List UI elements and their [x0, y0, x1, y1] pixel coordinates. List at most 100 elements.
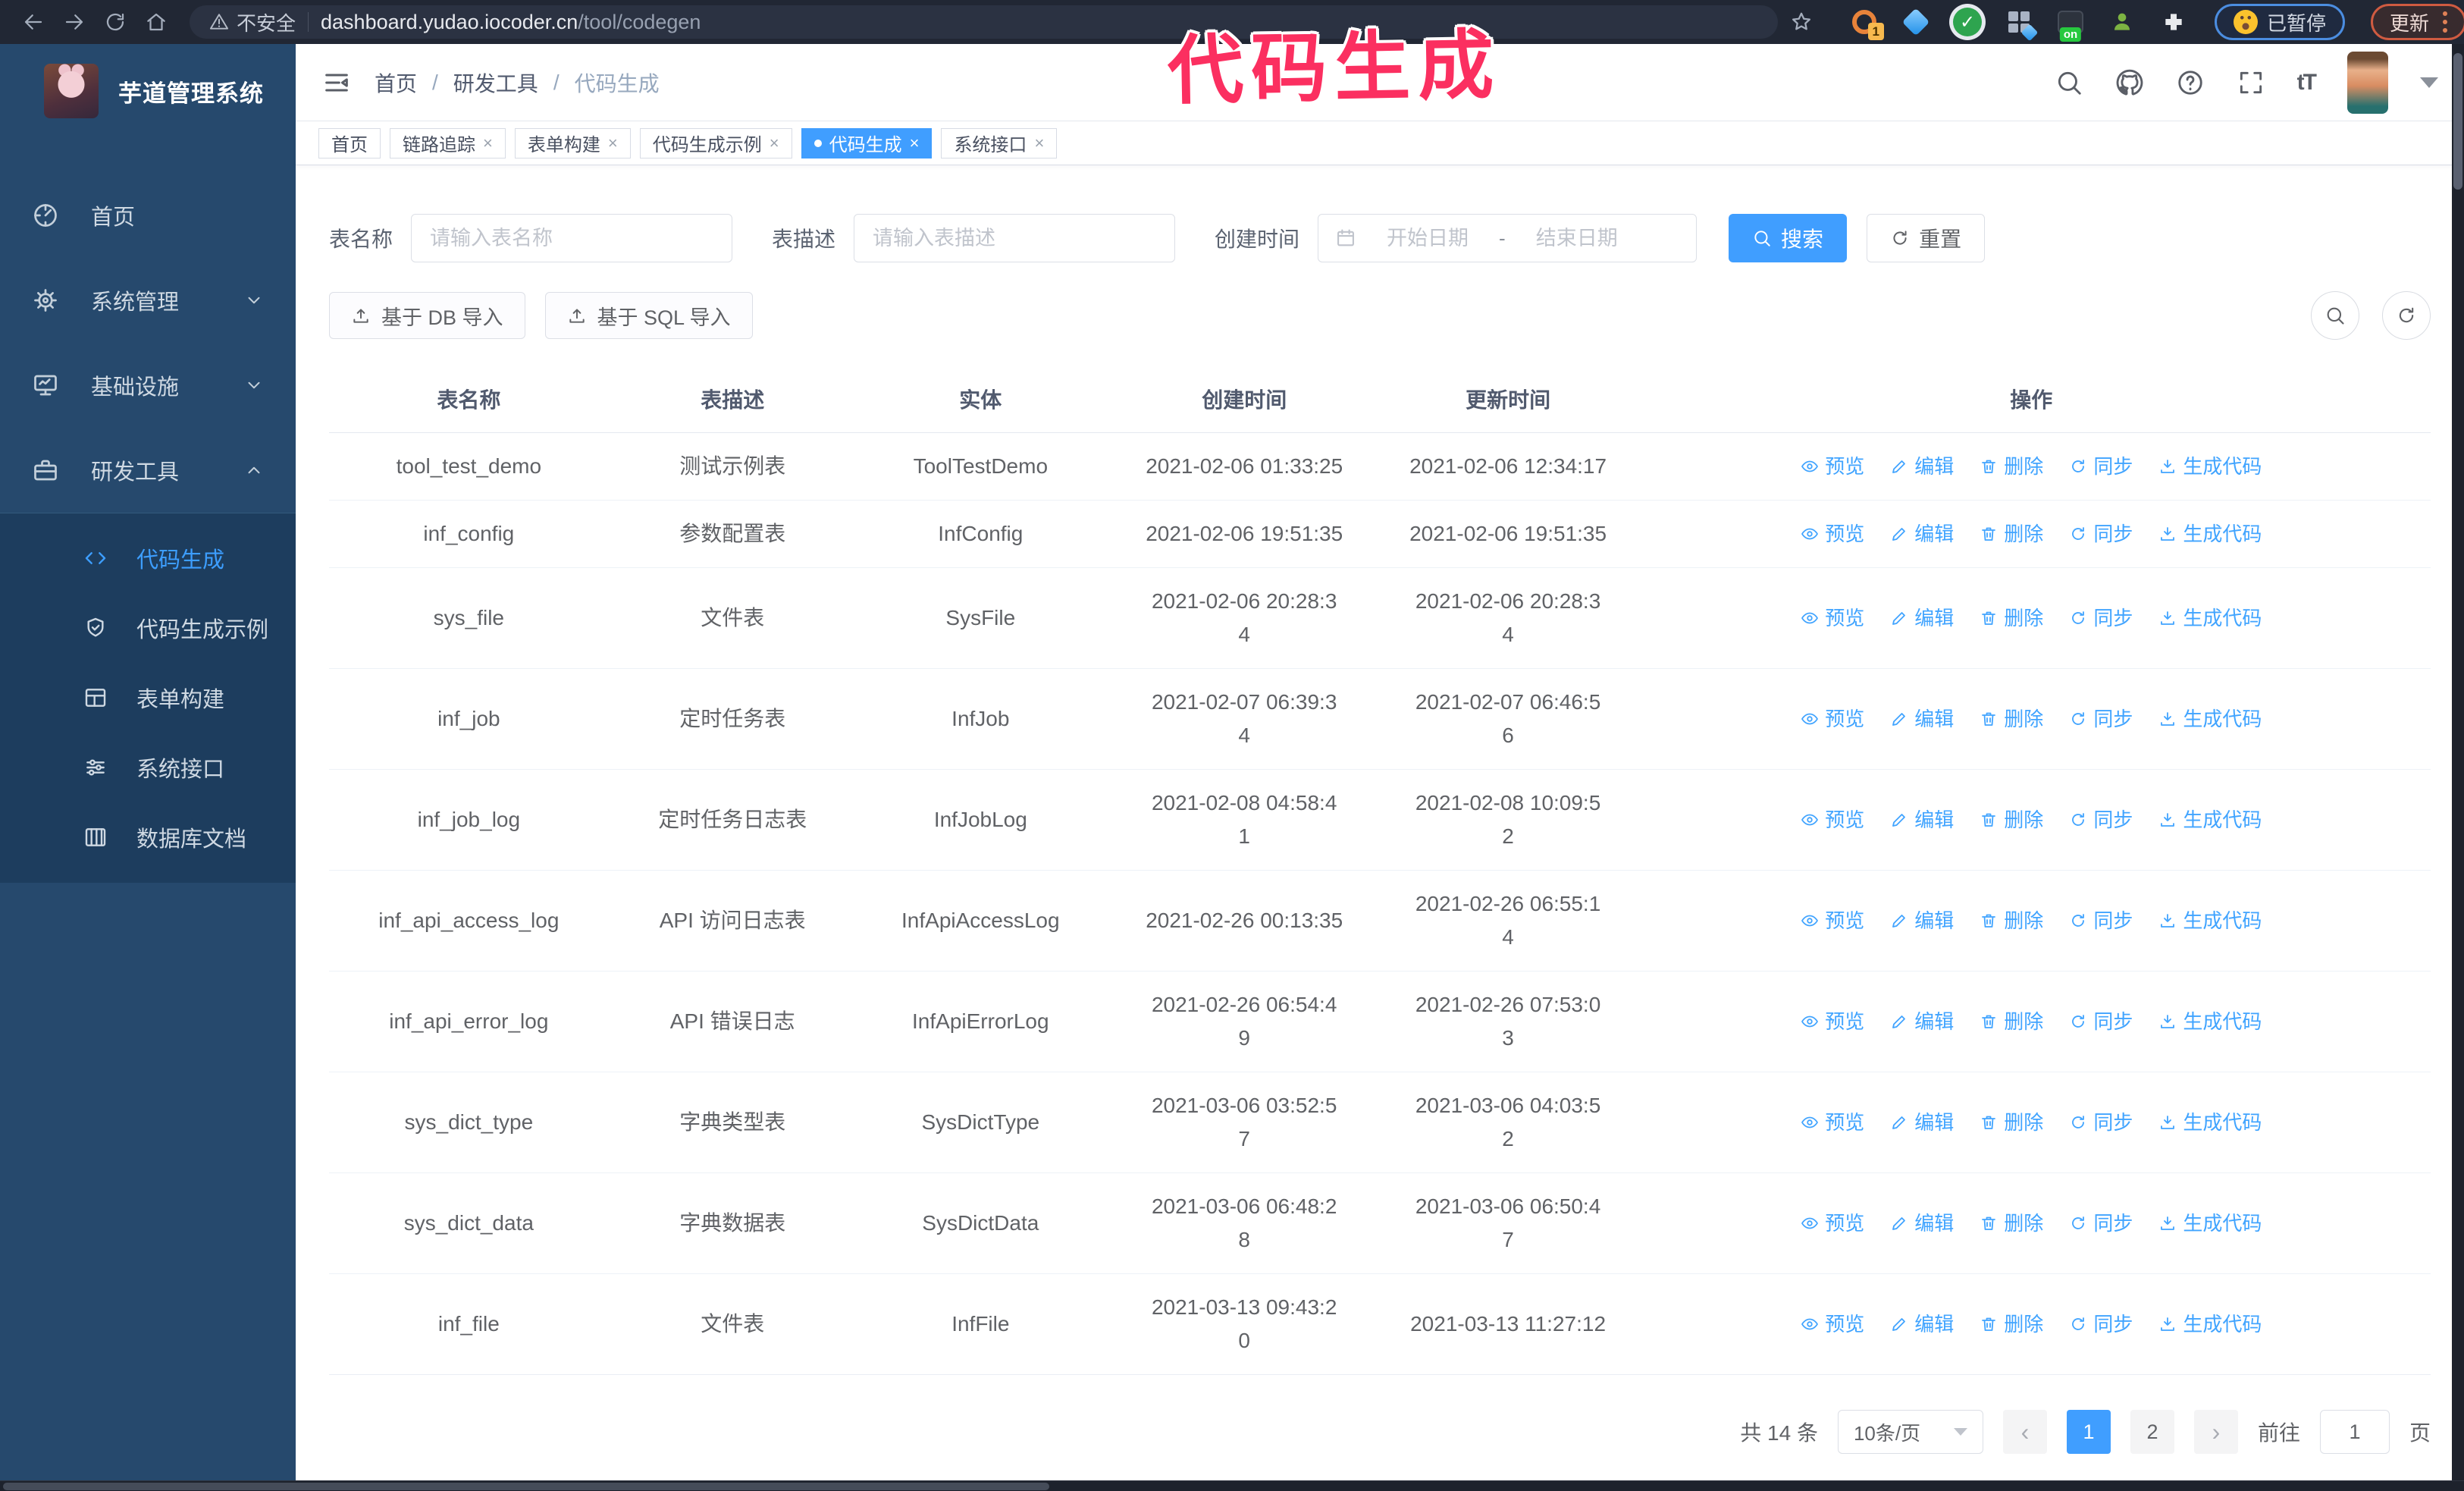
preview-link[interactable]: 预览	[1801, 904, 1864, 937]
browser-back-button[interactable]	[15, 4, 52, 40]
edit-link[interactable]: 编辑	[1890, 803, 1954, 837]
generate-code-link[interactable]: 生成代码	[2158, 1005, 2262, 1038]
address-bar[interactable]: 不安全 dashboard.yudao.iocoder.cn/tool/code…	[190, 5, 1778, 39]
tab-codegen[interactable]: 代码生成 ×	[801, 127, 933, 159]
generate-code-link[interactable]: 生成代码	[2158, 601, 2262, 635]
edit-link[interactable]: 编辑	[1890, 1005, 1954, 1038]
vertical-scrollbar[interactable]	[2452, 44, 2464, 1480]
github-icon[interactable]	[2115, 68, 2144, 97]
sidebar-item-home[interactable]: 首页	[0, 173, 296, 258]
sidebar-item-system-api[interactable]: 系统接口	[0, 733, 296, 802]
edit-link[interactable]: 编辑	[1890, 450, 1954, 483]
extension-grid-icon[interactable]	[2004, 7, 2039, 42]
horizontal-scrollbar-thumb[interactable]	[3, 1483, 1049, 1490]
sidebar-item-codegen[interactable]: 代码生成	[0, 523, 296, 593]
generate-code-link[interactable]: 生成代码	[2158, 1207, 2262, 1240]
browser-reload-button[interactable]	[97, 4, 133, 40]
preview-link[interactable]: 预览	[1801, 1307, 1864, 1341]
sync-link[interactable]: 同步	[2069, 904, 2133, 937]
delete-link[interactable]: 删除	[1980, 517, 2043, 551]
avatar[interactable]	[2347, 51, 2388, 114]
edit-link[interactable]: 编辑	[1890, 517, 1954, 551]
delete-link[interactable]: 删除	[1980, 1005, 2043, 1038]
page-button-2[interactable]: 2	[2130, 1410, 2174, 1454]
tab-close-icon[interactable]: ×	[770, 134, 779, 152]
delete-link[interactable]: 删除	[1980, 1106, 2043, 1139]
delete-link[interactable]: 删除	[1980, 1307, 2043, 1341]
generate-code-link[interactable]: 生成代码	[2158, 517, 2262, 551]
sync-link[interactable]: 同步	[2069, 1005, 2133, 1038]
generate-code-link[interactable]: 生成代码	[2158, 803, 2262, 837]
delete-link[interactable]: 删除	[1980, 450, 2043, 483]
edit-link[interactable]: 编辑	[1890, 1207, 1954, 1240]
preview-link[interactable]: 预览	[1801, 517, 1864, 551]
preview-link[interactable]: 预览	[1801, 803, 1864, 837]
font-size-icon[interactable]: tT	[2297, 70, 2317, 96]
generate-code-link[interactable]: 生成代码	[2158, 450, 2262, 483]
sidebar-logo[interactable]: 芋道管理系统	[0, 44, 296, 138]
generate-code-link[interactable]: 生成代码	[2158, 904, 2262, 937]
delete-link[interactable]: 删除	[1980, 1207, 2043, 1240]
bookmark-star-icon[interactable]	[1790, 11, 1813, 33]
profile-paused-badge[interactable]: 已暂停	[2215, 4, 2346, 40]
security-warning[interactable]: 不安全	[209, 8, 296, 36]
breadcrumb-home[interactable]: 首页	[375, 67, 417, 98]
sidebar-item-db-doc[interactable]: 数据库文档	[0, 802, 296, 872]
extensions-puzzle-icon[interactable]	[2158, 7, 2189, 37]
tab-close-icon[interactable]: ×	[910, 134, 920, 152]
preview-link[interactable]: 预览	[1801, 601, 1864, 635]
hamburger-icon[interactable]	[321, 67, 352, 98]
extension-check-icon[interactable]: ✓	[1952, 7, 1983, 37]
breadcrumb-devtools[interactable]: 研发工具	[453, 67, 538, 98]
table-name-input[interactable]	[411, 214, 733, 262]
import-db-button[interactable]: 基于 DB 导入	[329, 292, 525, 339]
extension-orange-icon[interactable]: 1	[1849, 7, 1884, 40]
sync-link[interactable]: 同步	[2069, 1207, 2133, 1240]
sync-link[interactable]: 同步	[2069, 450, 2133, 483]
toggle-search-button[interactable]	[2311, 291, 2359, 340]
import-sql-button[interactable]: 基于 SQL 导入	[544, 292, 753, 339]
goto-page-input[interactable]	[2319, 1410, 2390, 1454]
sidebar-item-devtools[interactable]: 研发工具	[0, 428, 296, 513]
generate-code-link[interactable]: 生成代码	[2158, 702, 2262, 736]
browser-home-button[interactable]	[138, 4, 174, 40]
extension-gem-icon[interactable]	[1901, 7, 1931, 37]
date-range-picker[interactable]: -	[1318, 214, 1698, 262]
browser-update-button[interactable]: 更新	[2371, 4, 2464, 40]
sidebar-item-infrastructure[interactable]: 基础设施	[0, 343, 296, 428]
search-button[interactable]: 搜索	[1729, 214, 1848, 262]
tab-form-builder[interactable]: 表单构建 ×	[514, 127, 631, 159]
fullscreen-icon[interactable]	[2237, 68, 2265, 97]
edit-link[interactable]: 编辑	[1890, 1106, 1954, 1139]
tab-close-icon[interactable]: ×	[483, 134, 493, 152]
start-date-input[interactable]	[1367, 226, 1489, 250]
page-size-select[interactable]: 10条/页	[1837, 1410, 1983, 1454]
sync-link[interactable]: 同步	[2069, 601, 2133, 635]
end-date-input[interactable]	[1516, 226, 1638, 250]
preview-link[interactable]: 预览	[1801, 1106, 1864, 1139]
tab-home[interactable]: 首页	[318, 127, 381, 159]
tab-codegen-example[interactable]: 代码生成示例 ×	[639, 127, 792, 159]
next-page-button[interactable]: ›	[2193, 1410, 2238, 1454]
delete-link[interactable]: 删除	[1980, 904, 2043, 937]
delete-link[interactable]: 删除	[1980, 601, 2043, 635]
sync-link[interactable]: 同步	[2069, 1106, 2133, 1139]
browser-menu-icon[interactable]	[2443, 11, 2448, 33]
sidebar-item-form-builder[interactable]: 表单构建	[0, 663, 296, 733]
edit-link[interactable]: 编辑	[1890, 1307, 1954, 1341]
preview-link[interactable]: 预览	[1801, 450, 1864, 483]
reset-button[interactable]: 重置	[1867, 214, 1986, 262]
preview-link[interactable]: 预览	[1801, 702, 1864, 736]
edit-link[interactable]: 编辑	[1890, 702, 1954, 736]
help-icon[interactable]	[2176, 68, 2205, 97]
edit-link[interactable]: 编辑	[1890, 601, 1954, 635]
generate-code-link[interactable]: 生成代码	[2158, 1106, 2262, 1139]
delete-link[interactable]: 删除	[1980, 803, 2043, 837]
browser-forward-button[interactable]	[56, 4, 92, 40]
user-caret-down-icon[interactable]	[2420, 77, 2438, 88]
refresh-table-button[interactable]	[2382, 291, 2431, 340]
prev-page-button[interactable]: ‹	[2002, 1410, 2047, 1454]
sidebar-item-system[interactable]: 系统管理	[0, 258, 296, 343]
edit-link[interactable]: 编辑	[1890, 904, 1954, 937]
extension-on-icon[interactable]: on	[2055, 7, 2086, 42]
